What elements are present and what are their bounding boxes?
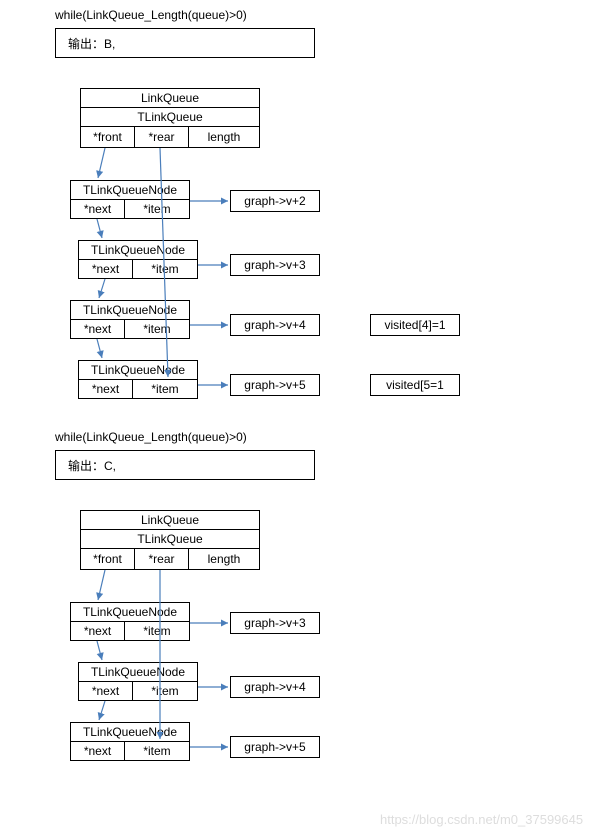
front-cell-2: *front xyxy=(80,548,135,570)
while-condition-1: while(LinkQueue_Length(queue)>0) xyxy=(55,8,247,22)
output-box-1: 输出：B, xyxy=(55,28,315,58)
target-box: graph->v+4 xyxy=(230,676,320,698)
target-box: graph->v+4 xyxy=(230,314,320,336)
node-title: TLinkQueueNode xyxy=(70,722,190,742)
target-box: graph->v+2 xyxy=(230,190,320,212)
node-item: *item xyxy=(124,741,190,761)
node-item: *item xyxy=(124,199,190,219)
target-box: graph->v+3 xyxy=(230,254,320,276)
node-title: TLinkQueueNode xyxy=(70,300,190,320)
node-next: *next xyxy=(78,379,133,399)
while-condition-2: while(LinkQueue_Length(queue)>0) xyxy=(55,430,247,444)
node-title: TLinkQueueNode xyxy=(70,602,190,622)
node-title: TLinkQueueNode xyxy=(70,180,190,200)
node-next: *next xyxy=(70,621,125,641)
rear-cell-2: *rear xyxy=(134,548,189,570)
node-item: *item xyxy=(124,319,190,339)
length-cell-1: length xyxy=(188,126,260,148)
node-title: TLinkQueueNode xyxy=(78,240,198,260)
target-box: graph->v+5 xyxy=(230,736,320,758)
linkqueue-title-1: LinkQueue xyxy=(80,88,260,108)
rear-cell-1: *rear xyxy=(134,126,189,148)
linkqueue-title-2: LinkQueue xyxy=(80,510,260,530)
node-next: *next xyxy=(78,259,133,279)
node-title: TLinkQueueNode xyxy=(78,662,198,682)
output-box-2: 输出：C, xyxy=(55,450,315,480)
length-cell-2: length xyxy=(188,548,260,570)
front-cell-1: *front xyxy=(80,126,135,148)
target-box: graph->v+5 xyxy=(230,374,320,396)
node-item: *item xyxy=(132,379,198,399)
tlinkqueue-title-2: TLinkQueue xyxy=(80,529,260,549)
tlinkqueue-title-1: TLinkQueue xyxy=(80,107,260,127)
watermark: https://blog.csdn.net/m0_37599645 xyxy=(380,812,583,827)
node-next: *next xyxy=(78,681,133,701)
node-next: *next xyxy=(70,741,125,761)
visited-box: visited[5=1 xyxy=(370,374,460,396)
node-item: *item xyxy=(132,681,198,701)
node-next: *next xyxy=(70,319,125,339)
node-item: *item xyxy=(132,259,198,279)
node-next: *next xyxy=(70,199,125,219)
node-title: TLinkQueueNode xyxy=(78,360,198,380)
target-box: graph->v+3 xyxy=(230,612,320,634)
visited-box: visited[4]=1 xyxy=(370,314,460,336)
node-item: *item xyxy=(124,621,190,641)
